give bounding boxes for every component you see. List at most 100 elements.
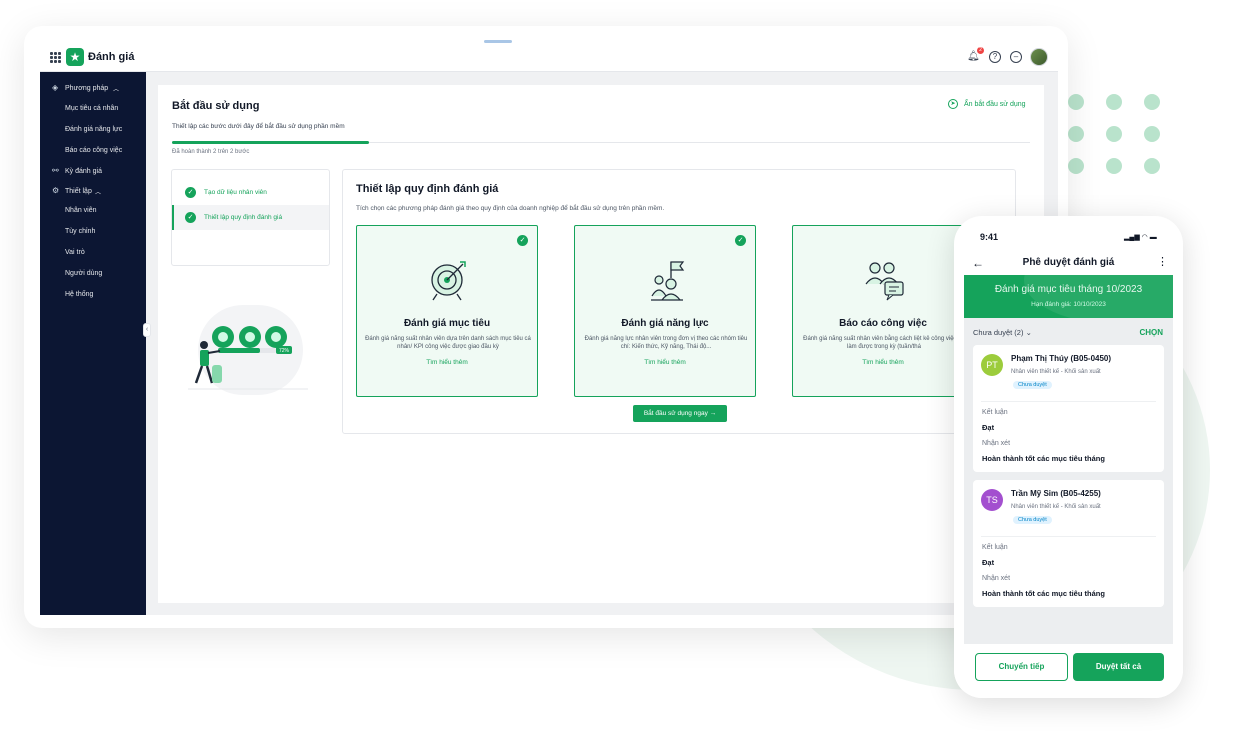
comment-label: Nhận xét (982, 575, 1011, 582)
status-filter[interactable]: Chưa duyệt (2) ⌄ (973, 328, 1032, 337)
review-list: Chưa duyệt (2) ⌄ CHỌN PT Phạm Thị Thúy (… (964, 318, 1173, 644)
sidebar-item-work-report[interactable]: Báo cáo công việc (65, 147, 122, 154)
more-vertical-icon[interactable]: ⋮ (1157, 255, 1168, 268)
banner-deadline: Hạn đánh giá: 10/10/2023 (1031, 301, 1106, 308)
hide-onboarding-label: Ẩn bắt đầu sử dụng (964, 100, 1026, 108)
review-card[interactable]: TS Trần Mỹ Sim (B05-4255) Nhân viên thiế… (973, 480, 1164, 607)
employee-name: Phạm Thị Thúy (B05-0450) (1011, 354, 1112, 363)
sidebar-group-methods[interactable]: Phương pháp (65, 85, 108, 92)
period-banner: Đánh giá mục tiêu tháng 10/2023 Hạn đánh… (964, 275, 1173, 318)
result-label: Kết luận (982, 409, 1008, 416)
status-badge: Chưa duyệt (1013, 516, 1052, 524)
learn-more-link[interactable]: Tìm hiểu thêm (575, 359, 755, 366)
avatar: PT (981, 354, 1003, 376)
card-description: Đánh giá năng lực nhân viên trong đơn vị… (584, 336, 748, 350)
employee-role: Nhân viên thiết kế - Khối sản xuất (1011, 369, 1101, 375)
approve-all-button[interactable]: Duyệt tất cả (1073, 653, 1164, 681)
onboarding-illustration: 72% (188, 305, 308, 395)
phone-title: Phê duyệt đánh giá (1022, 257, 1115, 268)
users-chat-icon (865, 262, 904, 301)
method-card-competency[interactable]: ✓ Đánh giá năng lực Đánh giá năng lực nh… (574, 225, 756, 397)
chevron-up-icon[interactable]: ︿ (95, 187, 101, 196)
steps-list: ✓ Tạo dữ liệu nhân viên ✓ Thiết lập quy … (171, 169, 330, 266)
target-icon (431, 261, 466, 301)
gear-icon: ⚙ (52, 186, 60, 195)
avatar: TS (981, 489, 1003, 511)
phone-mockup: 9:41 ▂▄▆ ◠ ▬ ← Phê duyệt đánh giá ⋮ Đánh… (954, 216, 1183, 698)
panel-title: Thiết lập quy định đánh giá (356, 183, 499, 195)
check-icon: ✓ (185, 187, 196, 198)
notification-badge: 2 (977, 47, 984, 54)
divider (981, 401, 1156, 402)
learn-more-link[interactable]: Tìm hiểu thêm (793, 359, 973, 366)
onboarding-panel: Bắt đầu sử dụng ➤ Ẩn bắt đầu sử dụng Thiế… (158, 85, 1044, 603)
start-now-button[interactable]: Bắt đầu sử dụng ngay → (633, 405, 727, 422)
review-card[interactable]: PT Phạm Thị Thúy (B05-0450) Nhân viên th… (973, 345, 1164, 472)
sidebar-group-settings[interactable]: Thiết lập (65, 188, 92, 195)
panel-description: Tích chọn các phương pháp đánh giá theo … (356, 205, 665, 212)
sidebar-group-periods[interactable]: Kỳ đánh giá (65, 168, 102, 175)
sidebar-collapse-button[interactable]: ‹ (143, 323, 151, 337)
card-title: Báo cáo công việc (839, 318, 927, 329)
compass-icon: ➤ (948, 99, 958, 109)
comment-value: Hoàn thành tốt các mục tiêu tháng (982, 589, 1105, 598)
step-evaluation-rules[interactable]: ✓ Thiết lập quy định đánh giá (172, 205, 329, 230)
chevron-down-icon: ⌄ (1025, 328, 1032, 337)
divider (981, 536, 1156, 537)
sidebar-item-customize[interactable]: Tùy chỉnh (65, 228, 95, 235)
page-title: Bắt đầu sử dụng (172, 100, 260, 112)
app-screen: ★ Đánh giá 🔔︎ 2 ? – ◈ Phương pháp ︿ Mục … (40, 43, 1058, 615)
progress-text: Đã hoàn thành 2 trên 2 bước (172, 149, 250, 155)
layers-icon: ◈ (52, 83, 59, 92)
comment-label: Nhận xét (982, 440, 1011, 447)
card-description: Đánh giá năng suất nhân viên bằng cách l… (803, 336, 965, 350)
result-label: Kết luận (982, 544, 1008, 551)
app-title: Đánh giá (88, 51, 135, 63)
forward-button[interactable]: Chuyển tiếp (975, 653, 1068, 681)
method-card-goals[interactable]: ✓ Đánh giá mục tiêu Đánh giá năng suất n… (356, 225, 538, 397)
status-icons: ▂▄▆ ◠ ▬ (1124, 234, 1157, 241)
more-circle-icon[interactable]: – (1010, 51, 1022, 63)
app-logo-icon: ★ (66, 48, 84, 66)
result-value: Đạt (982, 558, 995, 567)
employee-role: Nhân viên thiết kế - Khối sản xuất (1011, 504, 1101, 510)
step-create-employees[interactable]: ✓ Tạo dữ liệu nhân viên (172, 180, 329, 205)
card-description: Đánh giá năng suất nhân viên dựa trên da… (365, 336, 531, 350)
card-title: Đánh giá năng lực (621, 318, 709, 329)
result-value: Đạt (982, 423, 995, 432)
apps-grid-icon[interactable] (50, 52, 61, 63)
filter-label: Chưa duyệt (2) (973, 328, 1024, 337)
nodes-icon: ⚯ (52, 166, 59, 175)
sidebar-item-employees[interactable]: Nhân viên (65, 207, 97, 214)
sidebar: ◈ Phương pháp ︿ Mục tiêu cá nhân Đánh gi… (40, 72, 146, 615)
status-time: 9:41 (980, 232, 999, 242)
sidebar-item-users[interactable]: Người dùng (65, 270, 102, 277)
phone-actions: Chuyển tiếp Duyệt tất cả (954, 644, 1183, 698)
choose-button[interactable]: CHỌN (1139, 328, 1163, 337)
status-badge: Chưa duyệt (1013, 381, 1052, 389)
sidebar-item-personal-goals[interactable]: Mục tiêu cá nhân (65, 105, 118, 112)
app-header: ★ Đánh giá 🔔︎ 2 ? – (40, 43, 1058, 72)
sidebar-item-roles[interactable]: Vai trò (65, 249, 85, 256)
check-icon: ✓ (517, 235, 528, 246)
learn-more-link[interactable]: Tìm hiểu thêm (357, 359, 537, 366)
decorative-dots (1068, 94, 1168, 174)
comment-value: Hoàn thành tốt các mục tiêu tháng (982, 454, 1105, 463)
step-label: Tạo dữ liệu nhân viên (204, 189, 267, 196)
team-flag-icon (651, 261, 685, 301)
banner-title: Đánh giá mục tiêu tháng 10/2023 (994, 284, 1143, 295)
sidebar-item-system[interactable]: Hệ thống (65, 291, 93, 298)
help-icon[interactable]: ? (989, 51, 1001, 63)
card-title: Đánh giá mục tiêu (403, 318, 491, 329)
check-icon: ✓ (185, 212, 196, 223)
progress-bar (172, 141, 370, 144)
user-avatar[interactable] (1030, 48, 1048, 66)
sidebar-item-competency[interactable]: Đánh giá năng lực (65, 126, 122, 133)
evaluation-rules-panel: Thiết lập quy định đánh giá Tích chọn cá… (342, 169, 1016, 434)
method-card-report[interactable]: Báo cáo công việc Đánh giá năng suất nhâ… (792, 225, 974, 397)
page-subtitle: Thiết lập các bước dưới đây để bắt đầu s… (172, 123, 345, 130)
check-icon: ✓ (735, 235, 746, 246)
chevron-up-icon[interactable]: ︿ (113, 84, 119, 93)
step-label: Thiết lập quy định đánh giá (204, 214, 283, 221)
hide-onboarding-button[interactable]: ➤ Ẩn bắt đầu sử dụng (948, 99, 1026, 109)
